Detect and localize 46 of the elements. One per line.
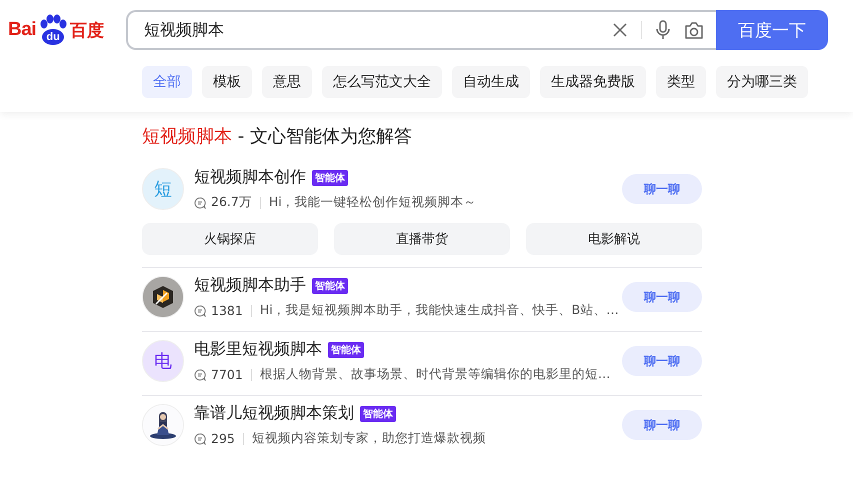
suggestion-button[interactable]: 电影解说: [526, 223, 702, 255]
chat-count: 7701: [211, 367, 243, 382]
agent-name[interactable]: 靠谱儿短视频脚本策划: [194, 403, 354, 424]
filter-tab[interactable]: 模板: [202, 66, 252, 98]
comment-icon: [194, 304, 206, 316]
agent-badge: 智能体: [312, 278, 348, 294]
filter-tab[interactable]: 全部: [142, 66, 192, 98]
section-title: 短视频脚本 - 文心智能体为您解答: [142, 125, 413, 148]
chat-count: 26.7万: [211, 194, 252, 211]
filter-tab[interactable]: 自动生成: [452, 66, 530, 98]
suggestion-button[interactable]: 火锅探店: [142, 223, 318, 255]
camera-icon[interactable]: [684, 22, 704, 38]
filter-tab[interactable]: 类型: [656, 66, 706, 98]
agent-description: 短视频内容策划专家，助您打造爆款视频: [252, 430, 486, 447]
comment-icon: [194, 432, 206, 444]
close-icon[interactable]: [613, 23, 627, 37]
suggestion-button[interactable]: 直播带货: [334, 223, 510, 255]
avatar: 电: [142, 340, 184, 382]
microphone-icon[interactable]: [656, 20, 670, 40]
search-button[interactable]: 百度一下: [716, 10, 828, 50]
agent-badge: 智能体: [360, 406, 396, 422]
chat-button[interactable]: 聊一聊: [622, 410, 702, 440]
chat-count: 295: [211, 431, 235, 446]
comment-icon: [194, 196, 206, 208]
agent-name[interactable]: 短视频脚本创作: [194, 167, 306, 188]
logo-text[interactable]: Bai: [8, 19, 36, 41]
agent-name[interactable]: 短视频脚本助手: [194, 275, 306, 296]
filter-tab[interactable]: 意思: [262, 66, 312, 98]
chat-button[interactable]: 聊一聊: [622, 282, 702, 312]
filter-tab[interactable]: 怎么写范文大全: [322, 66, 442, 98]
search-field[interactable]: 短视频脚本: [142, 20, 613, 40]
chat-button[interactable]: 聊一聊: [622, 346, 702, 376]
search-box[interactable]: 短视频脚本: [126, 10, 716, 50]
chat-count: 1381: [211, 303, 243, 318]
filter-tab[interactable]: 生成器免费版: [540, 66, 646, 98]
agent-description: Hi，我是短视频脚本助手，我能快速生成抖音、快手、B站、…: [260, 302, 619, 319]
agent-description: 根据人物背景、故事场景、时代背景等编辑你的电影里的短…: [260, 366, 610, 383]
agent-badge: 智能体: [328, 342, 364, 358]
chat-button[interactable]: 聊一聊: [622, 174, 702, 204]
agent-badge: 智能体: [312, 170, 348, 186]
agent-description: Hi，我能一键轻松创作短视频脚本～: [268, 194, 477, 211]
avatar: 短: [142, 168, 184, 210]
filter-tab[interactable]: 分为哪三类: [716, 66, 808, 98]
comment-icon: [194, 368, 206, 380]
agent-name[interactable]: 电影里短视频脚本: [194, 339, 322, 360]
logo-text[interactable]: 百度: [70, 18, 104, 42]
